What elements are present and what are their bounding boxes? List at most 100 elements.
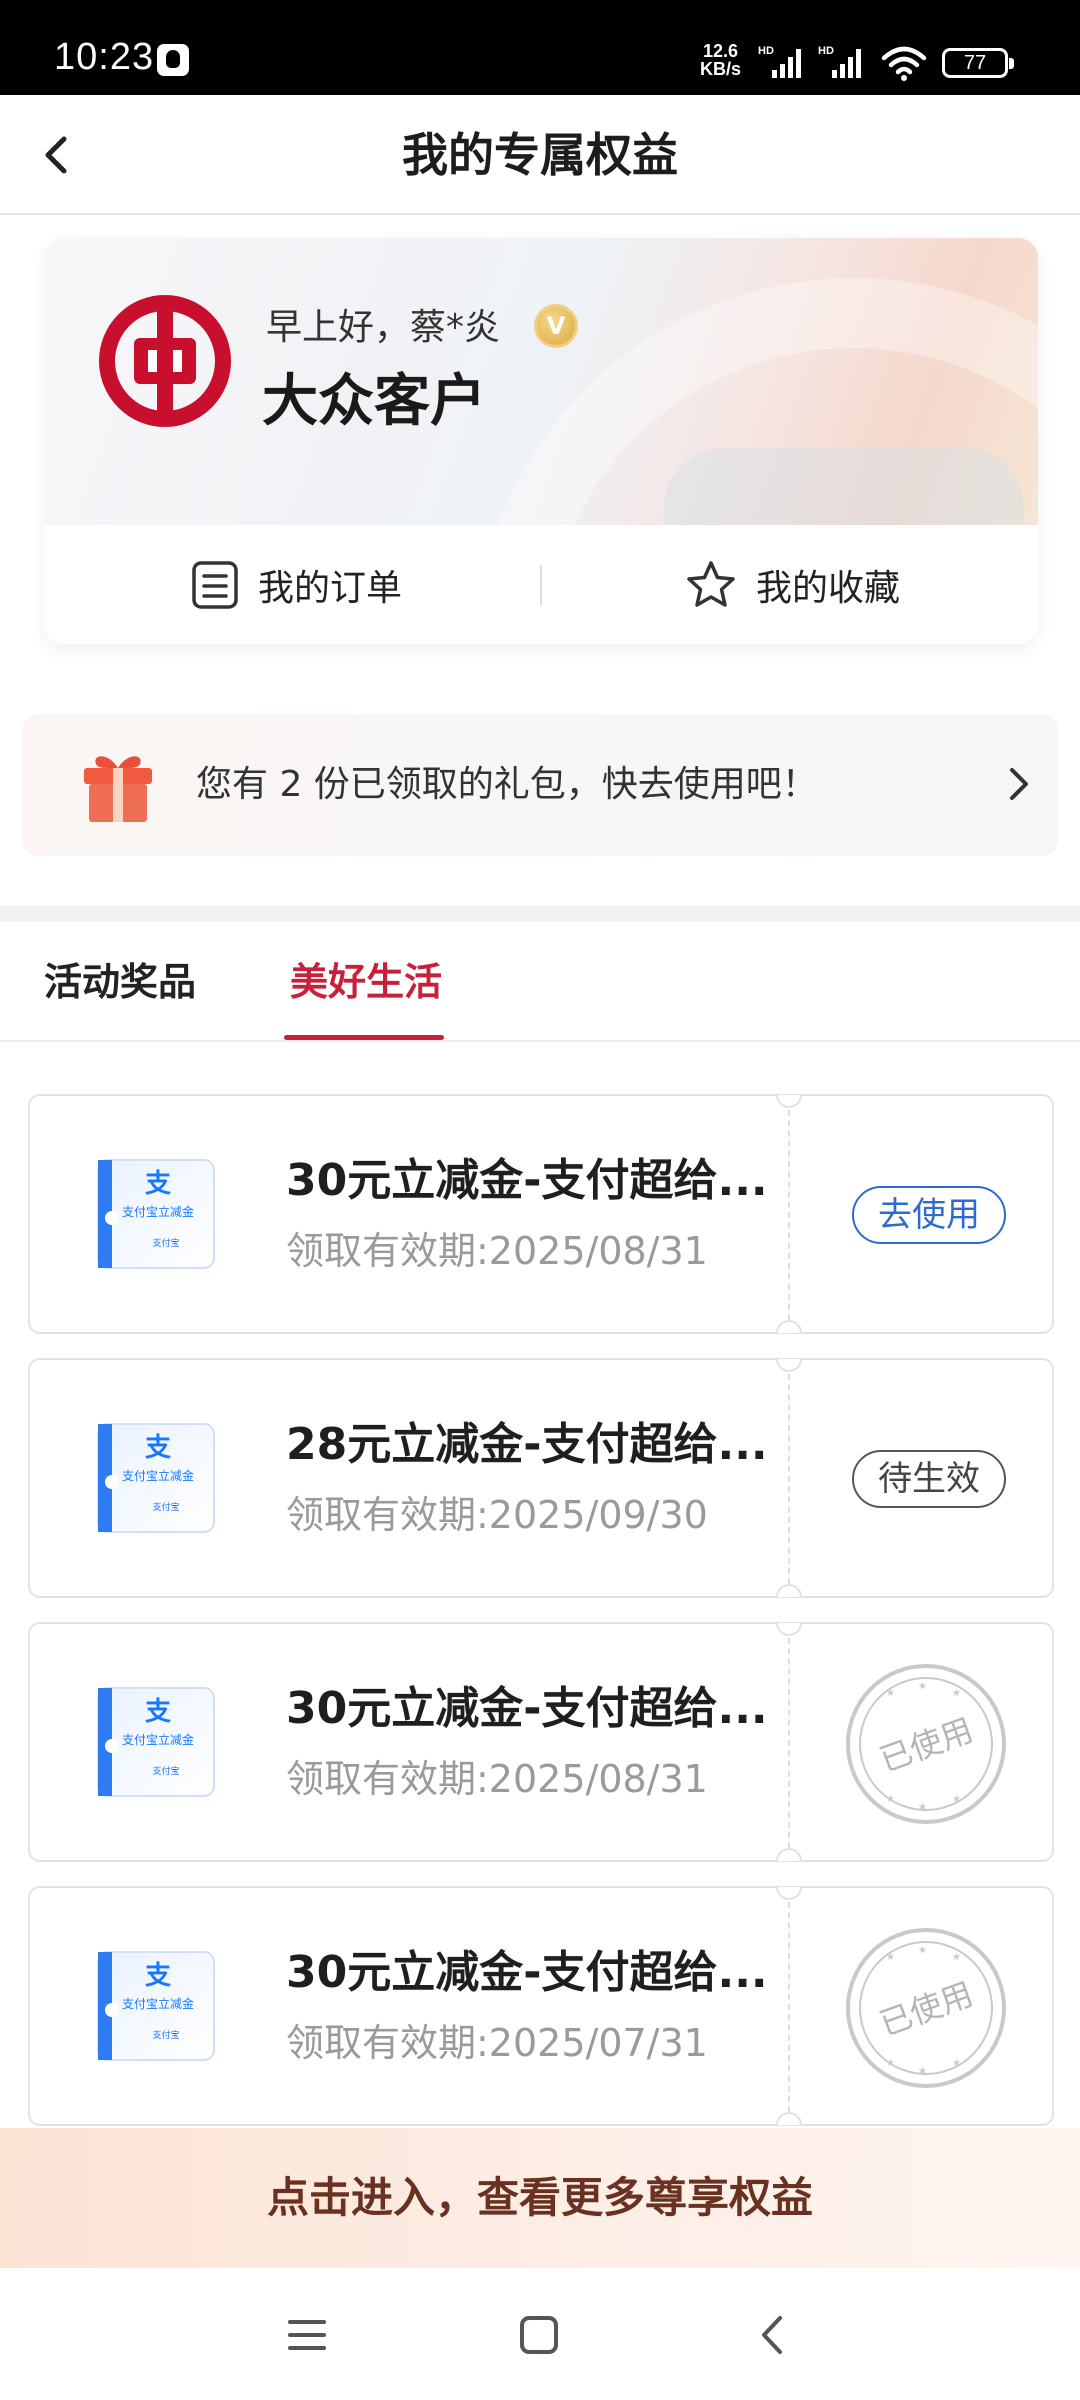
svg-text:★: ★ bbox=[952, 1794, 961, 1805]
tab-label: 美好生活 bbox=[290, 960, 443, 1004]
coupon-thumb-brand: 支付宝 bbox=[152, 1501, 179, 1513]
gift-package-banner[interactable]: 您有 2 份已领取的礼包，快去使用吧！ bbox=[22, 714, 1058, 856]
coupon-card[interactable]: 支 支付宝立减金 支付宝 30元立减金-支付超给... 领取有效期:2025/0… bbox=[28, 1094, 1054, 1334]
coupon-thumb-label: 支付宝立减金 bbox=[122, 1204, 194, 1219]
alipay-coupon-icon: 支 支付宝立减金 支付宝 bbox=[97, 1159, 215, 1269]
my-orders-button[interactable]: 我的订单 bbox=[190, 525, 402, 644]
svg-text:★: ★ bbox=[886, 1952, 895, 1963]
alipay-coupon-icon: 支 支付宝立减金 支付宝 bbox=[97, 1951, 215, 2061]
network-speed: 12.6 KB/s bbox=[700, 42, 741, 78]
pending-status-badge: 待生效 bbox=[852, 1450, 1006, 1508]
alipay-glyph: 支 bbox=[145, 1169, 171, 1199]
status-time: 10:23 bbox=[54, 36, 155, 78]
vip-badge-icon: V bbox=[534, 304, 578, 348]
profile-actions: 我的订单 我的收藏 bbox=[44, 525, 1038, 644]
battery-icon: 77 bbox=[942, 48, 1014, 78]
battery-level: 77 bbox=[963, 52, 987, 74]
used-stamp-icon: ★ ★ ★ ★ ★ ★ 已使用 bbox=[846, 1928, 1006, 2088]
ticket-divider bbox=[788, 1374, 790, 1584]
greeting-text: 早上好，蔡*炎 bbox=[266, 307, 501, 348]
menu-icon[interactable] bbox=[284, 2312, 330, 2358]
back-nav-icon[interactable] bbox=[750, 2312, 796, 2358]
network-speed-unit: KB/s bbox=[700, 59, 742, 79]
coupon-validity: 领取有效期:2025/08/31 bbox=[286, 1757, 708, 1801]
ticket-notch bbox=[776, 1359, 802, 1372]
svg-text:★: ★ bbox=[886, 2058, 895, 2069]
ticket-divider bbox=[788, 1110, 790, 1320]
more-benefits-button[interactable]: 点击进入，查看更多尊享权益 bbox=[0, 2128, 1080, 2268]
customer-level: 大众客户 bbox=[262, 368, 486, 434]
used-stamp-icon: ★ ★ ★ ★ ★ ★ 已使用 bbox=[846, 1664, 1006, 1824]
signal-icon-sim1: HD bbox=[758, 44, 808, 80]
system-nav-bar bbox=[0, 2268, 1080, 2400]
coupon-card[interactable]: 支 支付宝立减金 支付宝 28元立减金-支付超给... 领取有效期:2025/0… bbox=[28, 1358, 1054, 1598]
tab-activity-prizes[interactable]: 活动奖品 bbox=[44, 922, 196, 1042]
coupon-thumb-label: 支付宝立减金 bbox=[122, 1732, 194, 1747]
coupon-thumb-label: 支付宝立减金 bbox=[122, 1996, 194, 2011]
page-title: 我的专属权益 bbox=[402, 128, 678, 182]
tab-good-life[interactable]: 美好生活 bbox=[284, 922, 445, 1042]
sim2-hd-label: HD bbox=[818, 45, 834, 57]
signal-icon-sim2: HD bbox=[818, 44, 868, 80]
used-stamp-label: 已使用 bbox=[875, 1711, 978, 1780]
svg-text:★: ★ bbox=[918, 1945, 927, 1956]
profile-card: 早上好，蔡*炎 V 大众客户 我的订单 我的收藏 bbox=[44, 238, 1038, 644]
benefit-tabs: 活动奖品 美好生活 bbox=[0, 922, 1080, 1042]
app-header: 我的专属权益 bbox=[0, 95, 1080, 215]
ticket-notch bbox=[776, 1848, 802, 1861]
more-benefits-label: 点击进入，查看更多尊享权益 bbox=[266, 2173, 813, 2222]
svg-text:★: ★ bbox=[952, 1952, 961, 1963]
used-stamp-label: 已使用 bbox=[875, 1975, 978, 2044]
svg-text:★: ★ bbox=[952, 1688, 961, 1699]
coupon-name: 28元立减金-支付超给... bbox=[286, 1419, 768, 1470]
my-orders-label: 我的订单 bbox=[258, 567, 403, 609]
ticket-notch bbox=[776, 1584, 802, 1597]
my-favorites-label: 我的收藏 bbox=[756, 567, 901, 609]
use-coupon-button[interactable]: 去使用 bbox=[852, 1186, 1006, 1244]
ticket-notch bbox=[776, 1095, 802, 1108]
coupon-validity: 领取有效期:2025/09/30 bbox=[286, 1493, 708, 1537]
ticket-divider bbox=[788, 1902, 790, 2112]
ticket-notch bbox=[776, 1887, 802, 1900]
status-bar: 10:23 12.6 KB/s HD HD 77 bbox=[0, 0, 1080, 95]
coupon-validity: 领取有效期:2025/07/31 bbox=[286, 2021, 708, 2065]
coupon-thumb-brand: 支付宝 bbox=[152, 2029, 179, 2041]
svg-text:★: ★ bbox=[952, 2058, 961, 2069]
home-icon[interactable] bbox=[516, 2312, 562, 2358]
alipay-coupon-icon: 支 支付宝立减金 支付宝 bbox=[97, 1687, 215, 1797]
coupon-card[interactable]: 支 支付宝立减金 支付宝 30元立减金-支付超给... 领取有效期:2025/0… bbox=[28, 1622, 1054, 1862]
svg-text:★: ★ bbox=[886, 1688, 895, 1699]
qq-notification-icon bbox=[157, 44, 189, 76]
profile-banner: 早上好，蔡*炎 V 大众客户 bbox=[44, 238, 1038, 644]
coupon-thumb-label: 支付宝立减金 bbox=[122, 1468, 194, 1483]
network-speed-value: 12.6 bbox=[702, 41, 739, 61]
wifi-icon bbox=[880, 44, 928, 82]
bank-logo-icon bbox=[99, 295, 231, 427]
coupon-card[interactable]: 支 支付宝立减金 支付宝 30元立减金-支付超给... 领取有效期:2025/0… bbox=[28, 1886, 1054, 2126]
svg-text:★: ★ bbox=[886, 1794, 895, 1805]
ticket-notch bbox=[776, 1623, 802, 1636]
ticket-notch bbox=[776, 1320, 802, 1333]
alipay-coupon-icon: 支 支付宝立减金 支付宝 bbox=[97, 1423, 215, 1533]
coupon-name: 30元立减金-支付超给... bbox=[286, 1683, 768, 1734]
active-tab-indicator bbox=[284, 1035, 445, 1040]
chevron-right-icon bbox=[1010, 768, 1028, 800]
svg-text:★: ★ bbox=[918, 2066, 927, 2077]
gift-box-icon bbox=[84, 756, 152, 822]
coupon-thumb-brand: 支付宝 bbox=[152, 1237, 179, 1249]
ticket-divider bbox=[788, 1638, 790, 1848]
coupon-name: 30元立减金-支付超给... bbox=[286, 1155, 768, 1206]
my-favorites-button[interactable]: 我的收藏 bbox=[684, 525, 900, 644]
svg-text:★: ★ bbox=[918, 1681, 927, 1692]
sim1-hd-label: HD bbox=[758, 45, 774, 57]
coupon-thumb-brand: 支付宝 bbox=[152, 1765, 179, 1777]
section-separator bbox=[0, 906, 1080, 922]
gift-banner-text: 您有 2 份已领取的礼包，快去使用吧！ bbox=[196, 764, 818, 805]
coupon-name: 30元立减金-支付超给... bbox=[286, 1947, 768, 1998]
coupon-validity: 领取有效期:2025/08/31 bbox=[286, 1229, 708, 1273]
order-list-icon bbox=[192, 560, 238, 609]
svg-text:★: ★ bbox=[918, 1802, 927, 1813]
tab-label: 活动奖品 bbox=[44, 960, 197, 1004]
alipay-glyph: 支 bbox=[145, 1697, 171, 1727]
alipay-glyph: 支 bbox=[145, 1961, 171, 1991]
